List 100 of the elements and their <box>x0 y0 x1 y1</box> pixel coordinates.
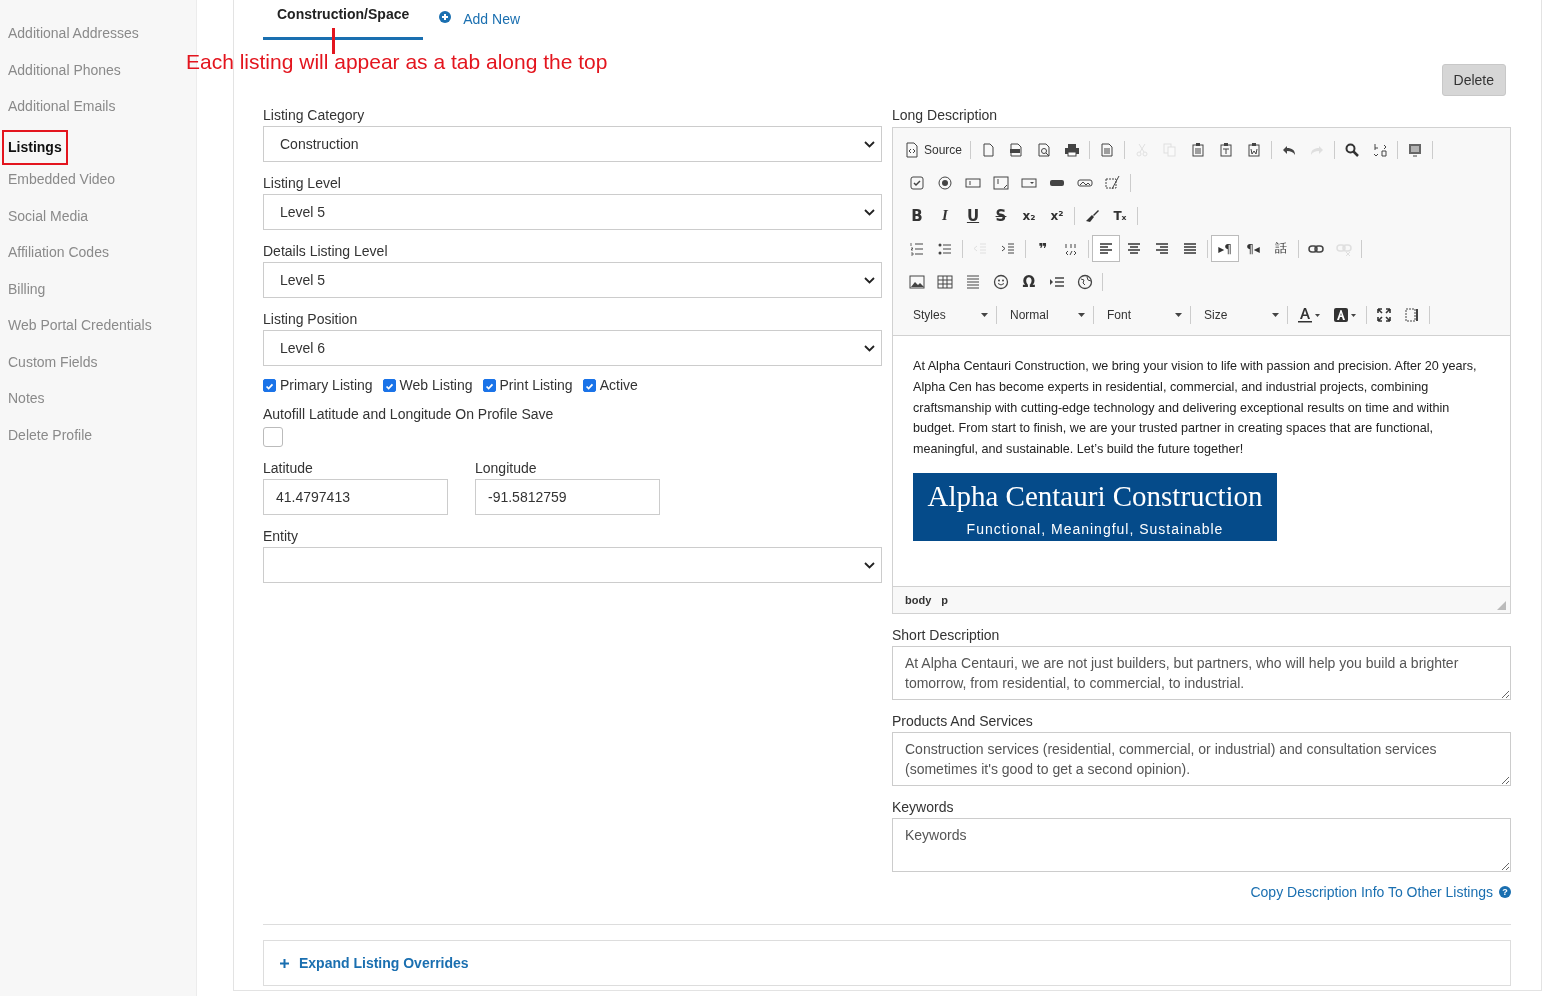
justify-icon <box>1182 240 1198 257</box>
latitude-field[interactable]: 41.4797413 <box>263 479 448 515</box>
numlist-icon <box>909 240 925 257</box>
aligncenter-icon <box>1126 240 1142 257</box>
delete-button[interactable]: Delete <box>1441 64 1506 96</box>
text-area[interactable]: At Alpha Centauri, we are not just builders, but partners, who will help you build a brighter tomorrow, from residential, to commercial, to industrial. <box>892 646 1511 700</box>
select-field[interactable]: Construction <box>263 126 882 162</box>
checkbox[interactable] <box>382 378 396 392</box>
caret-icon <box>1078 312 1085 317</box>
rtl-button[interactable]: ¶◂ <box>1239 235 1267 262</box>
omega-button[interactable]: Ω <box>1015 268 1043 295</box>
copy-description-link[interactable]: Copy Description Info To Other Listings <box>1250 884 1493 900</box>
blockquote-button[interactable]: ❞ <box>1029 235 1057 262</box>
templates-icon <box>1099 141 1116 158</box>
field-label: Products And Services <box>892 712 1033 730</box>
source-icon <box>904 141 920 158</box>
text-area[interactable]: Construction services (residential, commercial, or industrial) and consultation services (sometimes it's good to get a second opinion). <box>892 732 1511 786</box>
checkbox[interactable] <box>482 378 496 392</box>
listing-tab[interactable]: Construction/Space <box>263 0 424 40</box>
plus-icon <box>280 958 289 968</box>
field-label: Details Listing Level <box>263 242 388 260</box>
checkbox[interactable] <box>263 427 283 447</box>
chevron-icon <box>864 561 875 569</box>
strike-button[interactable]: S <box>987 202 1015 229</box>
checkbox[interactable] <box>582 378 596 392</box>
select-field[interactable]: Level 5 <box>263 262 882 298</box>
table-icon <box>937 273 953 290</box>
newpage-icon <box>980 141 997 158</box>
pdf-icon <box>1008 141 1025 158</box>
replace-icon <box>1372 141 1389 158</box>
pastetext-icon <box>1218 141 1235 158</box>
optionbox-icon <box>909 174 925 191</box>
bullseye-icon <box>937 174 953 191</box>
banner-subtitle: Functional, Meaningful, Sustainable <box>966 521 1224 537</box>
checkbox[interactable] <box>263 378 276 392</box>
italic-button[interactable]: I <box>931 202 959 229</box>
select-field[interactable]: Level 6 <box>263 330 882 366</box>
field-label: Short Description <box>892 626 1000 644</box>
sidebar-item[interactable]: Listings <box>2 129 68 165</box>
brush-icon <box>1084 207 1100 224</box>
chevron-icon <box>864 208 875 216</box>
field-label: Listing Level <box>263 174 341 192</box>
alignright-icon <box>1154 240 1170 257</box>
field-label: Long Description <box>892 106 999 124</box>
text-color-icon <box>1297 306 1321 323</box>
hiddenfield-icon <box>1105 174 1121 191</box>
help-icon[interactable]: ? <box>1499 886 1511 898</box>
language-button[interactable]: 話 <box>1267 235 1295 262</box>
pasteword-icon <box>1246 141 1263 158</box>
background-color-icon <box>1333 306 1357 323</box>
expand-overrides-link[interactable]: Expand Listing Overrides <box>263 940 1511 986</box>
rule-icon <box>965 273 981 290</box>
selectall-icon <box>1407 141 1424 158</box>
caret-icon <box>1272 312 1279 317</box>
field-label: Listing Category <box>263 106 365 124</box>
chevron-icon <box>864 344 875 352</box>
combo-dropdown[interactable]: Font <box>1097 302 1187 327</box>
checkbox-label: Web Listing <box>399 377 473 393</box>
checkbox-label: Print Listing <box>499 377 573 393</box>
textarea-icon <box>993 174 1009 191</box>
combo-dropdown[interactable]: Styles <box>903 302 993 327</box>
combo-dropdown[interactable]: Size <box>1194 302 1284 327</box>
combo-dropdown[interactable]: Normal <box>1000 302 1090 327</box>
banner-title: Alpha Centauri Construction <box>927 479 1263 513</box>
underline-button[interactable]: U <box>959 202 987 229</box>
field-label: Longitude <box>475 459 537 477</box>
alignleft-icon <box>1098 240 1114 257</box>
description-paragraph: At Alpha Centauri Construction, we bring your vision to life with passion and precision. After 20 years, Alpha Cen has become experts in residential, commercial, and industrial projects, combining craftsmanship with cutting-edge technology and delivering exceptional results on time and within budget. From start to finish, we are your trusted partner in creating spaces that are functional, meaningful, and sustainable. Let’s build the future together! <box>913 358 1478 459</box>
caret-icon <box>981 312 988 317</box>
field-label: Keywords <box>892 798 954 816</box>
subscript-button[interactable]: x₂ <box>1015 202 1043 229</box>
checkbox-label: Primary Listing <box>280 377 373 393</box>
search-icon <box>1344 141 1361 158</box>
longitude-field[interactable]: -91.5812759 <box>475 479 660 515</box>
text-area[interactable]: Keywords <box>892 818 1511 872</box>
globe-icon <box>1077 273 1093 290</box>
chevron-icon <box>864 140 875 148</box>
add-new-link[interactable]: Add New <box>439 7 521 27</box>
preview-icon <box>1036 141 1053 158</box>
annotation-text: Each listing will appear as a tab along the top <box>186 50 608 74</box>
bold-button[interactable]: B <box>903 202 931 229</box>
caret-icon <box>1175 312 1182 317</box>
select-field[interactable] <box>263 547 882 583</box>
select-field[interactable]: Level 5 <box>263 194 882 230</box>
field-label: Listing Position <box>263 310 358 328</box>
show-blocks-icon <box>1404 306 1420 323</box>
chevron-icon <box>864 276 875 284</box>
smiley-icon <box>993 273 1009 290</box>
resize-grip-icon[interactable] <box>1497 601 1506 610</box>
superscript-button[interactable]: x² <box>1043 202 1071 229</box>
ltr-button[interactable]: ▸¶ <box>1211 235 1239 262</box>
alignleft-button[interactable] <box>1092 235 1120 262</box>
removeformat-button[interactable]: Tₓ <box>1106 202 1134 229</box>
indent-icon <box>1000 240 1016 257</box>
source-button[interactable]: Source <box>903 136 968 163</box>
element-path-item[interactable]: p <box>941 594 948 606</box>
paste-icon <box>1190 141 1207 158</box>
image-icon <box>909 273 925 290</box>
element-path-item[interactable]: body <box>905 594 932 606</box>
field-label: Autofill Latitude and Longitude On Profile Save <box>263 405 554 423</box>
